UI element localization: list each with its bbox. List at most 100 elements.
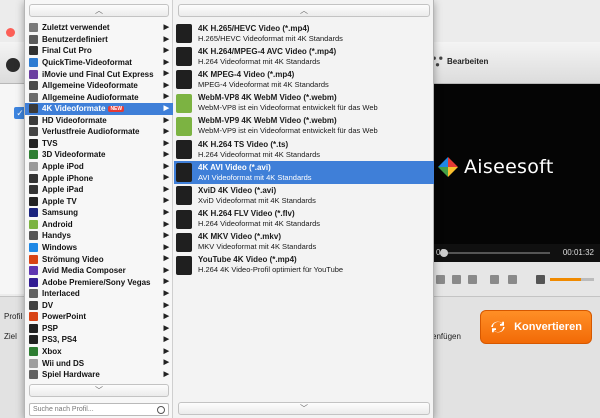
category-item[interactable]: PS3, PS4 ▶ [25, 334, 173, 346]
category-item[interactable]: Benutzerdefiniert ▶ [25, 34, 173, 46]
ipad-icon [29, 185, 38, 195]
category-item[interactable]: Apple iPad ▶ [25, 184, 173, 196]
format-scroll-up-button[interactable]: ︿ [178, 4, 430, 17]
category-label: Android [42, 219, 73, 229]
category-item[interactable]: Interlaced ▶ [25, 288, 173, 300]
aiseesoft-logo-icon [438, 157, 458, 177]
category-item[interactable]: Adobe Premiere/Sony Vegas ▶ [25, 276, 173, 288]
format-item[interactable]: WebM-VP9 4K WebM Video (*.webm) WebM-VP9 … [174, 115, 434, 138]
profile-search-input[interactable]: Suche nach Profil... [29, 403, 169, 416]
format-item[interactable]: WebM-VP8 4K WebM Video (*.webm) WebM-VP8 … [174, 92, 434, 115]
tv-icon [29, 138, 38, 148]
category-item[interactable]: TVS ▶ [25, 138, 173, 150]
chevron-down-icon: ﹀ [95, 386, 103, 395]
snapshot-icon[interactable] [490, 275, 499, 284]
format-item[interactable]: XviD 4K Video (*.avi) XviD Videoformat mi… [174, 184, 434, 207]
chevron-up-icon: ︿ [95, 6, 103, 15]
volume-icon[interactable] [536, 275, 545, 284]
ipod-icon [29, 162, 38, 172]
category-panel: ︿ Zuletzt verwendet ▶ Benutzerdefiniert ▶ Fi… [25, 0, 173, 418]
add-file-icon[interactable] [6, 58, 20, 72]
format-scroll-down-button[interactable]: ﹀ [178, 402, 430, 415]
category-item[interactable]: Windows ▶ [25, 242, 173, 254]
search-icon[interactable] [157, 406, 165, 414]
category-item[interactable]: QuickTime-Videoformat ▶ [25, 57, 173, 69]
category-item[interactable]: Strömung Video ▶ [25, 253, 173, 265]
format-item[interactable]: 4K MPEG-4 Video (*.mp4) MPEG-4 Videoforma… [174, 68, 434, 91]
category-item[interactable]: Final Cut Pro ▶ [25, 45, 173, 57]
category-item[interactable]: 3D Videoformate ▶ [25, 149, 173, 161]
category-item[interactable]: Xbox ▶ [25, 346, 173, 358]
category-item[interactable]: Avid Media Composer ▶ [25, 265, 173, 277]
close-window-button[interactable] [6, 28, 15, 37]
category-item[interactable]: PSP ▶ [25, 323, 173, 335]
wii-icon [29, 358, 38, 368]
brand-text: Aiseesoft [464, 156, 554, 178]
samsung-icon [29, 208, 38, 218]
4k-mkv-icon [176, 232, 192, 252]
prev-icon[interactable] [452, 275, 461, 284]
category-item[interactable]: Allgemeine Audioformate ▶ [25, 91, 173, 103]
edit-button[interactable]: Bearbeiten [432, 56, 488, 67]
avid-icon [29, 266, 38, 276]
format-title: YouTube 4K Video (*.mp4) [198, 255, 297, 265]
category-scroll-up-button[interactable]: ︿ [29, 4, 169, 17]
category-label: Allgemeine Videoformate [42, 81, 138, 91]
next-icon[interactable] [468, 275, 477, 284]
category-item[interactable]: Apple TV ▶ [25, 195, 173, 207]
chevron-right-icon: ▶ [163, 35, 169, 43]
category-item[interactable]: Handys ▶ [25, 230, 173, 242]
category-item[interactable]: Verlustfreie Audioformate ▶ [25, 126, 173, 138]
format-item[interactable]: 4K H.264 TS Video (*.ts) H.264 Videoforma… [174, 138, 434, 161]
windows-icon [29, 242, 38, 252]
category-scroll-down-button[interactable]: ﹀ [29, 384, 169, 397]
category-label: Verlustfreie Audioformate [42, 127, 140, 137]
category-item[interactable]: Samsung ▶ [25, 207, 173, 219]
chevron-right-icon: ▶ [163, 266, 169, 274]
category-item[interactable]: iMovie und Final Cut Express ▶ [25, 68, 173, 80]
category-item[interactable]: PowerPoint ▶ [25, 311, 173, 323]
chevron-right-icon: ▶ [163, 197, 169, 205]
category-item[interactable]: Allgemeine Videoformate ▶ [25, 80, 173, 92]
window-controls [6, 28, 18, 39]
category-item[interactable]: Spiel Hardware ▶ [25, 369, 173, 381]
category-item[interactable]: DV ▶ [25, 300, 173, 312]
stop-icon[interactable] [436, 275, 445, 284]
category-label: Spiel Hardware [42, 370, 100, 380]
game-icon [29, 370, 38, 380]
playstation-icon [29, 335, 38, 345]
format-title: 4K H.264 FLV Video (*.flv) [198, 209, 295, 219]
psp-icon [29, 323, 38, 333]
category-item[interactable]: Apple iPod ▶ [25, 161, 173, 173]
category-item[interactable]: HD Videoformate ▶ [25, 115, 173, 127]
format-title: 4K MKV Video (*.mkv) [198, 232, 281, 242]
category-item[interactable]: Wii und DS ▶ [25, 357, 173, 369]
seek-track[interactable] [440, 252, 550, 254]
chevron-right-icon: ▶ [163, 174, 169, 182]
folder-icon[interactable] [508, 275, 517, 284]
new-badge: NEW [108, 105, 125, 112]
target-label: Ziel [4, 332, 17, 341]
format-text: 4K AVI Video (*.avi) AVI Videoformat mit … [198, 163, 312, 183]
category-label: PowerPoint [42, 312, 87, 322]
category-label: HD Videoformate [42, 115, 107, 125]
format-item[interactable]: 4K AVI Video (*.avi) AVI Videoformat mit … [174, 161, 434, 185]
seek-handle[interactable] [440, 249, 448, 257]
category-label: iMovie und Final Cut Express [42, 69, 154, 79]
chevron-right-icon: ▶ [163, 116, 169, 124]
category-item[interactable]: Android ▶ [25, 219, 173, 231]
brand-logo: Aiseesoft [438, 156, 554, 178]
chevron-right-icon: ▶ [163, 139, 169, 147]
category-item[interactable]: Apple iPhone ▶ [25, 172, 173, 184]
convert-button[interactable]: Konvertieren [480, 310, 592, 344]
category-item[interactable]: Zuletzt verwendet ▶ [25, 22, 173, 34]
format-item[interactable]: 4K H.264 FLV Video (*.flv) H.264 Videofor… [174, 208, 434, 231]
format-item[interactable]: 4K H.264/MPEG-4 AVC Video (*.mp4) H.264 V… [174, 45, 434, 68]
volume-slider[interactable] [550, 278, 594, 281]
format-item[interactable]: YouTube 4K Video (*.mp4) H.264 4K Video-P… [174, 254, 434, 277]
profile-popup: ︿ Zuletzt verwendet ▶ Benutzerdefiniert ▶ Fi… [24, 0, 434, 418]
format-item[interactable]: 4K H.265/HEVC Video (*.mp4) H.265/HEVC Vi… [174, 22, 434, 45]
format-text: 4K H.264 TS Video (*.ts) H.264 Videoforma… [198, 140, 320, 160]
category-item[interactable]: 4K Videoformate NEW ▶ [25, 102, 173, 115]
format-item[interactable]: 4K MKV Video (*.mkv) MKV Videoformat mit … [174, 231, 434, 254]
